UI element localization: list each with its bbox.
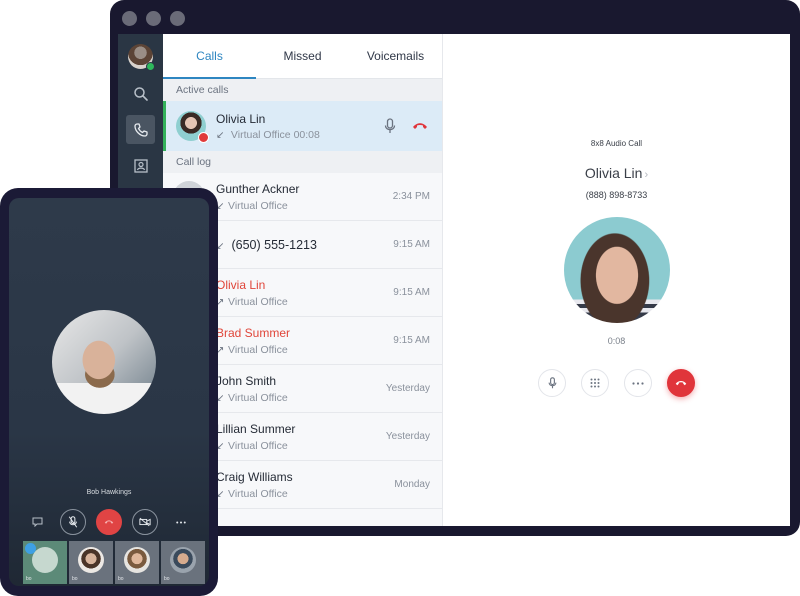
online-status-indicator — [146, 62, 155, 71]
tab-missed[interactable]: Missed — [256, 34, 349, 78]
participant-label: bo — [118, 576, 124, 582]
participant-label: bo — [26, 576, 32, 582]
call-time: 9:15 AM — [393, 239, 430, 250]
user-avatar[interactable] — [128, 44, 155, 71]
active-call-duration: 00:08 — [293, 128, 320, 141]
more-icon — [176, 521, 186, 523]
caller-name: Olivia Lin — [584, 165, 643, 181]
caller-photo — [563, 217, 670, 323]
participant-label: bo — [164, 576, 170, 582]
participant-avatar — [170, 547, 196, 573]
incoming-arrow-icon: ↙ — [216, 129, 225, 141]
participant-avatar — [124, 547, 150, 573]
active-call-badge-icon — [198, 132, 209, 143]
call-time: Yesterday — [385, 383, 430, 394]
window-maximize-button[interactable] — [170, 11, 185, 26]
participant-thumbnail[interactable]: bo — [69, 541, 113, 584]
microphone-icon — [548, 377, 556, 389]
participant-avatar — [78, 547, 104, 573]
keypad-icon — [590, 378, 600, 388]
nav-search-button[interactable] — [126, 79, 155, 108]
chat-button[interactable] — [24, 509, 50, 535]
mobile-video-toggle-button[interactable] — [132, 509, 158, 535]
participant-thumbnail[interactable]: bo — [161, 541, 205, 584]
participant-thumbnails: bo bo bo bo — [23, 541, 205, 584]
contact-name: Craig Williams — [216, 469, 293, 484]
call-timer: 0:08 — [607, 336, 626, 346]
participant-thumbnail[interactable]: bo — [23, 541, 67, 584]
mobile-more-button[interactable] — [168, 509, 194, 535]
tab-voicemails[interactable]: Voicemails — [349, 34, 442, 78]
call-time: 2:34 PM — [392, 191, 430, 202]
call-log-heading: Call log — [163, 151, 442, 173]
call-location: Virtual Office — [228, 343, 288, 356]
call-type-label: 8x8 Audio Call — [590, 139, 643, 148]
keypad-button[interactable] — [581, 369, 609, 397]
active-call-name: Olivia Lin — [216, 111, 266, 126]
remote-caller-photo — [52, 310, 156, 414]
caller-name-link[interactable]: Olivia Lin › — [443, 165, 790, 181]
call-location: Virtual Office — [228, 487, 288, 500]
window-content: Calls Missed Voicemails Active calls Oli… — [118, 34, 790, 526]
contact-name: Anna Smith — [216, 526, 442, 527]
mobile-device: Bob Hawkings bo bo bo bo — [0, 188, 218, 596]
nav-calls-button[interactable] — [126, 115, 155, 144]
window-controls — [122, 11, 185, 26]
mute-button[interactable] — [538, 369, 566, 397]
call-detail-pane: 8x8 Audio Call Olivia Lin › (888) 898-873… — [443, 34, 790, 526]
chat-icon — [32, 517, 42, 527]
contact-name: Gunther Ackner — [216, 181, 300, 196]
contact-name: John Smith — [216, 373, 277, 388]
more-icon — [632, 381, 644, 385]
chevron-right-icon: › — [644, 169, 649, 181]
remote-caller-name: Bob Hawkings — [86, 489, 132, 496]
more-options-button[interactable] — [624, 369, 652, 397]
participant-avatar — [32, 547, 58, 573]
hang-up-icon — [675, 380, 687, 386]
caller-phone-number: (888) 898-8733 — [585, 190, 648, 200]
caller-avatar — [176, 111, 209, 143]
hang-up-icon — [104, 520, 114, 524]
chat-bubble-icon — [25, 543, 36, 554]
hang-up-icon[interactable] — [412, 121, 428, 131]
video-off-icon — [139, 517, 151, 527]
active-call-location: Virtual Office — [230, 128, 291, 141]
search-icon — [133, 86, 148, 101]
participant-thumbnail[interactable]: bo — [115, 541, 159, 584]
mobile-end-call-button[interactable] — [96, 509, 122, 535]
contact-name: Lillian Summer — [216, 421, 296, 436]
microphone-off-icon — [68, 516, 78, 528]
active-call-item[interactable]: Olivia Lin ↙ Virtual Office 00:08 — [163, 101, 442, 151]
tab-calls[interactable]: Calls — [163, 34, 256, 78]
call-location: Virtual Office — [228, 439, 288, 452]
call-tabs: Calls Missed Voicemails — [163, 34, 442, 79]
call-location: Virtual Office — [228, 391, 288, 404]
end-call-button[interactable] — [667, 369, 695, 397]
window-minimize-button[interactable] — [146, 11, 161, 26]
call-time: 9:15 AM — [393, 335, 430, 346]
active-tab-indicator — [163, 77, 256, 79]
phone-icon — [133, 122, 148, 137]
call-location: Virtual Office — [228, 199, 288, 212]
call-location: Virtual Office — [228, 295, 288, 308]
contact-name: Olivia Lin — [216, 277, 266, 292]
active-calls-heading: Active calls — [163, 79, 442, 101]
call-time: Monday — [394, 479, 430, 490]
call-controls — [443, 369, 790, 397]
call-time: 9:15 AM — [393, 287, 430, 298]
mobile-video-call-screen: Bob Hawkings bo bo bo bo — [9, 198, 209, 586]
contact-number: (650) 555-1213 — [231, 237, 317, 252]
mute-microphone-icon[interactable] — [384, 118, 396, 134]
contact-name: Brad Summer — [216, 325, 291, 340]
participant-label: bo — [72, 576, 78, 582]
mobile-call-controls — [9, 509, 209, 535]
call-time: Yesterday — [385, 431, 430, 442]
contacts-icon — [133, 158, 148, 173]
window-close-button[interactable] — [122, 11, 137, 26]
nav-contacts-button[interactable] — [126, 151, 155, 180]
mobile-mute-button[interactable] — [60, 509, 86, 535]
